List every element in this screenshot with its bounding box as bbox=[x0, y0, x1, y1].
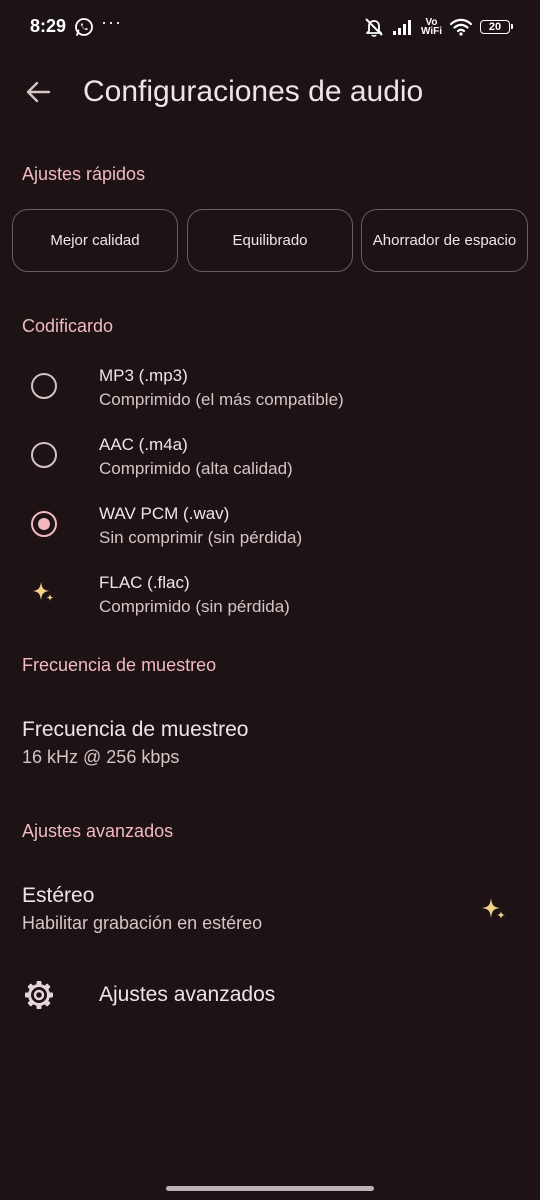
stereo-title: Estéreo bbox=[22, 884, 95, 907]
more-notifications-icon: ··· bbox=[101, 12, 122, 32]
quick-settings-chips: Mejor calidad Equilibrado Ahorrador de e… bbox=[12, 209, 528, 272]
chip-best-quality[interactable]: Mejor calidad bbox=[12, 209, 178, 272]
option-subtitle: Sin comprimir (sin pérdida) bbox=[99, 528, 303, 547]
signal-icon bbox=[392, 20, 411, 35]
advanced-header: Ajustes avanzados bbox=[22, 821, 174, 841]
vowifi-indicator: Vo WiFi bbox=[420, 18, 442, 37]
status-icons: Vo WiFi 20 bbox=[363, 15, 513, 39]
battery-icon: 20 bbox=[480, 20, 513, 34]
radio-button-selected[interactable] bbox=[31, 511, 57, 537]
status-bar: 8:29 ··· Vo WiFi 20 bbox=[0, 0, 540, 56]
wifi-icon bbox=[449, 18, 473, 36]
encoder-option-flac[interactable]: FLAC (.flac) Comprimido (sin pérdida) bbox=[0, 573, 540, 637]
chip-space-saver[interactable]: Ahorrador de espacio bbox=[361, 209, 528, 272]
home-indicator[interactable] bbox=[166, 1186, 374, 1191]
option-subtitle: Comprimido (sin pérdida) bbox=[99, 597, 290, 616]
radio-button[interactable] bbox=[31, 373, 57, 399]
sparkle-premium-icon bbox=[33, 582, 54, 601]
encoder-option-aac[interactable]: AAC (.m4a) Comprimido (alta calidad) bbox=[0, 435, 540, 499]
quick-settings-header: Ajustes rápidos bbox=[22, 164, 146, 184]
sample-rate-value: 16 kHz @ 256 kbps bbox=[22, 747, 180, 767]
stereo-subtitle: Habilitar grabación en estéreo bbox=[22, 913, 263, 933]
arrow-back-icon bbox=[26, 81, 51, 103]
whatsapp-icon bbox=[75, 18, 93, 36]
encoder-option-mp3[interactable]: MP3 (.mp3) Comprimido (el más compatible… bbox=[0, 366, 540, 430]
sparkle-premium-icon bbox=[482, 898, 505, 919]
option-subtitle: Comprimido (alta calidad) bbox=[99, 459, 293, 478]
sample-rate-title: Frecuencia de muestreo bbox=[22, 718, 249, 741]
app-bar: Configuraciones de audio bbox=[0, 60, 540, 124]
vowifi-bottom-label: WiFi bbox=[420, 26, 442, 37]
option-subtitle: Comprimido (el más compatible) bbox=[99, 390, 344, 409]
gear-icon bbox=[25, 981, 53, 1009]
sample-rate-header: Frecuencia de muestreo bbox=[22, 655, 217, 675]
silent-bell-icon bbox=[365, 18, 383, 37]
option-title: MP3 (.mp3) bbox=[99, 366, 188, 385]
chip-balanced[interactable]: Equilibrado bbox=[187, 209, 353, 272]
back-button[interactable] bbox=[20, 74, 56, 110]
radio-button[interactable] bbox=[31, 442, 57, 468]
page-title: Configuraciones de audio bbox=[83, 75, 424, 108]
option-title: AAC (.m4a) bbox=[99, 435, 188, 454]
option-title: WAV PCM (.wav) bbox=[99, 504, 230, 523]
advanced-settings-label: Ajustes avanzados bbox=[99, 983, 276, 1006]
option-title: FLAC (.flac) bbox=[99, 573, 190, 592]
encoder-option-wav[interactable]: WAV PCM (.wav) Sin comprimir (sin pérdid… bbox=[0, 504, 540, 568]
encoder-header: Codificardo bbox=[22, 316, 114, 336]
status-time: 8:29 bbox=[30, 16, 67, 36]
